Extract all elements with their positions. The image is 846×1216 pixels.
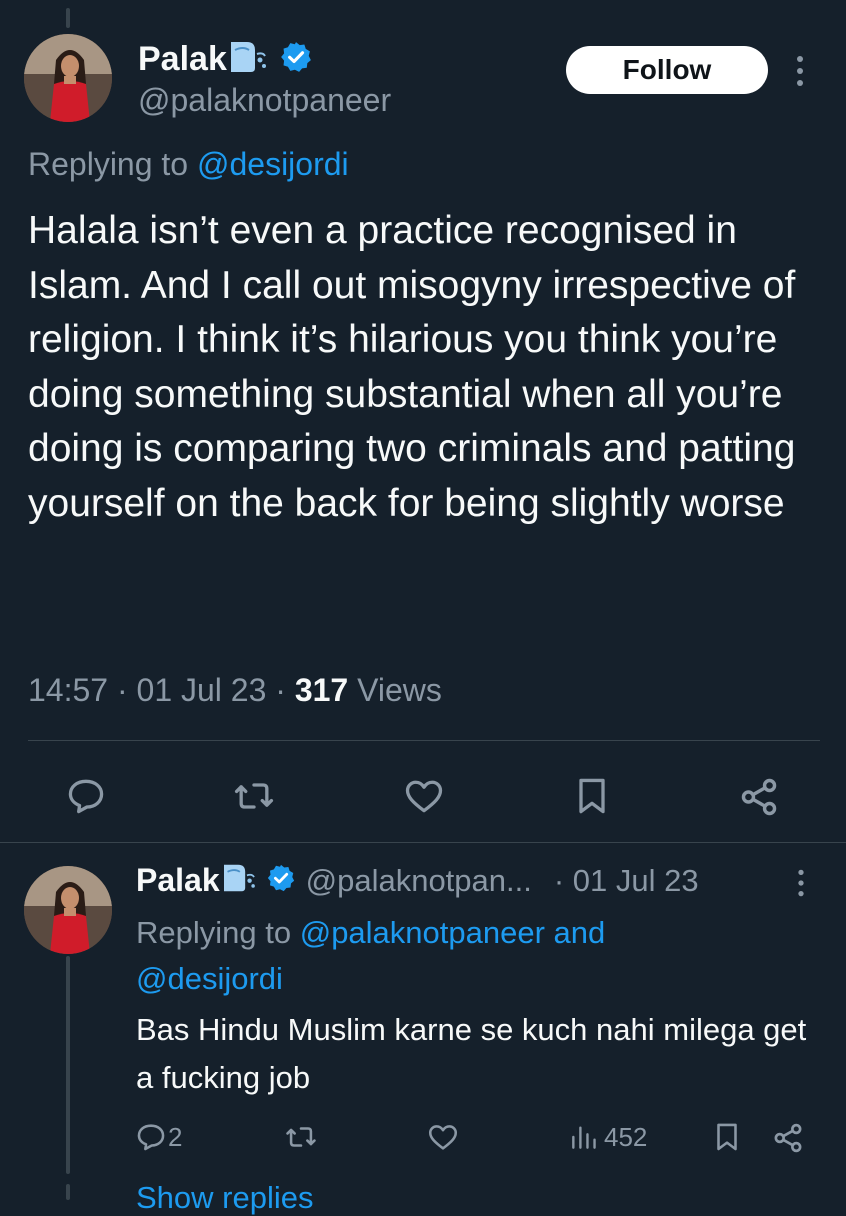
bookmark-button[interactable]: [570, 774, 614, 818]
divider-bottom: [0, 842, 846, 843]
reply-icon: [68, 779, 104, 814]
wind-face-emoji-icon: [229, 40, 267, 79]
bookmark-icon: [579, 778, 605, 814]
replying-to-link[interactable]: @desijordi: [197, 146, 349, 182]
thread-line-top: [66, 8, 70, 28]
reply-replying-to-link-2[interactable]: @desijordi: [136, 961, 283, 996]
reply-more-options-icon[interactable]: [792, 868, 810, 904]
reply-like-button[interactable]: [426, 1120, 460, 1154]
thread-line-tail: [66, 1184, 70, 1200]
reply-header-row: Palak @palaknotpan... · 01 Jul 23: [136, 862, 699, 899]
views-count: 317: [294, 672, 349, 708]
reply-author-handle[interactable]: @palaknotpan...: [306, 863, 532, 899]
author-name[interactable]: Palak: [138, 40, 227, 79]
reply-retweet-icon: [286, 1127, 316, 1147]
tweet-meta: 14:57 · 01 Jul 23 · 317 Views: [28, 672, 442, 709]
reply-wind-face-emoji-icon: [222, 863, 256, 898]
replying-prefix: Replying to: [28, 146, 189, 182]
reply-replying-to-link-1[interactable]: @palaknotpaneer and: [300, 915, 606, 950]
reply-date[interactable]: · 01 Jul 23: [554, 863, 699, 899]
reply-button[interactable]: [64, 774, 108, 818]
tweet-date[interactable]: 01 Jul 23: [137, 672, 267, 708]
reply-views-button[interactable]: 452: [568, 1120, 647, 1154]
share-button[interactable]: [736, 774, 782, 820]
follow-button[interactable]: Follow: [566, 46, 768, 94]
more-options-icon[interactable]: [790, 54, 810, 94]
reply-avatar-photo: [24, 866, 112, 954]
reply-retweet-button[interactable]: [284, 1120, 318, 1154]
reply-bookmark-icon: [717, 1123, 737, 1151]
author-handle[interactable]: @palaknotpaneer: [138, 82, 391, 119]
share-icon: [741, 778, 777, 816]
divider-top: [28, 740, 820, 741]
reply-share-icon: [774, 1123, 802, 1153]
tweet-time[interactable]: 14:57: [28, 672, 108, 708]
reply-views-count: 452: [604, 1121, 648, 1152]
show-replies-link[interactable]: Show replies: [136, 1180, 313, 1216]
reply-replying-prefix: Replying to: [136, 915, 292, 950]
heart-icon: [405, 780, 443, 813]
reply-author-name[interactable]: Palak: [136, 862, 220, 899]
verified-badge-icon[interactable]: [279, 40, 313, 79]
tweet-text: Halala isn’t even a practice recognised …: [28, 209, 796, 525]
reply-replying-to-line: Replying to @palaknotpaneer and @desijor…: [136, 910, 816, 1002]
reply-author-avatar[interactable]: [24, 866, 112, 954]
retweet-button[interactable]: [232, 774, 276, 818]
avatar-photo: [24, 34, 112, 122]
replying-to-line: Replying to @desijordi: [28, 146, 349, 183]
reply-reply-icon: [137, 1124, 165, 1151]
reply-share-button[interactable]: [770, 1120, 806, 1156]
reply-heart-icon: [428, 1125, 458, 1150]
reply-reply-count: 2: [168, 1121, 183, 1152]
views-label: Views: [357, 672, 442, 708]
reply-reply-button[interactable]: 2: [134, 1120, 182, 1154]
like-button[interactable]: [402, 774, 446, 818]
author-avatar[interactable]: [24, 34, 112, 122]
reply-views-icon: [572, 1126, 596, 1149]
meta-separator: ·: [116, 672, 128, 708]
meta-separator-2: ·: [275, 672, 286, 708]
reply-verified-badge-icon[interactable]: [266, 863, 296, 898]
reply-bookmark-button[interactable]: [710, 1120, 744, 1154]
author-name-row: Palak: [138, 40, 313, 79]
thread-line-bottom: [66, 956, 70, 1174]
reply-text: Bas Hindu Muslim karne se kuch nahi mile…: [136, 1012, 807, 1095]
retweet-icon: [234, 783, 274, 809]
